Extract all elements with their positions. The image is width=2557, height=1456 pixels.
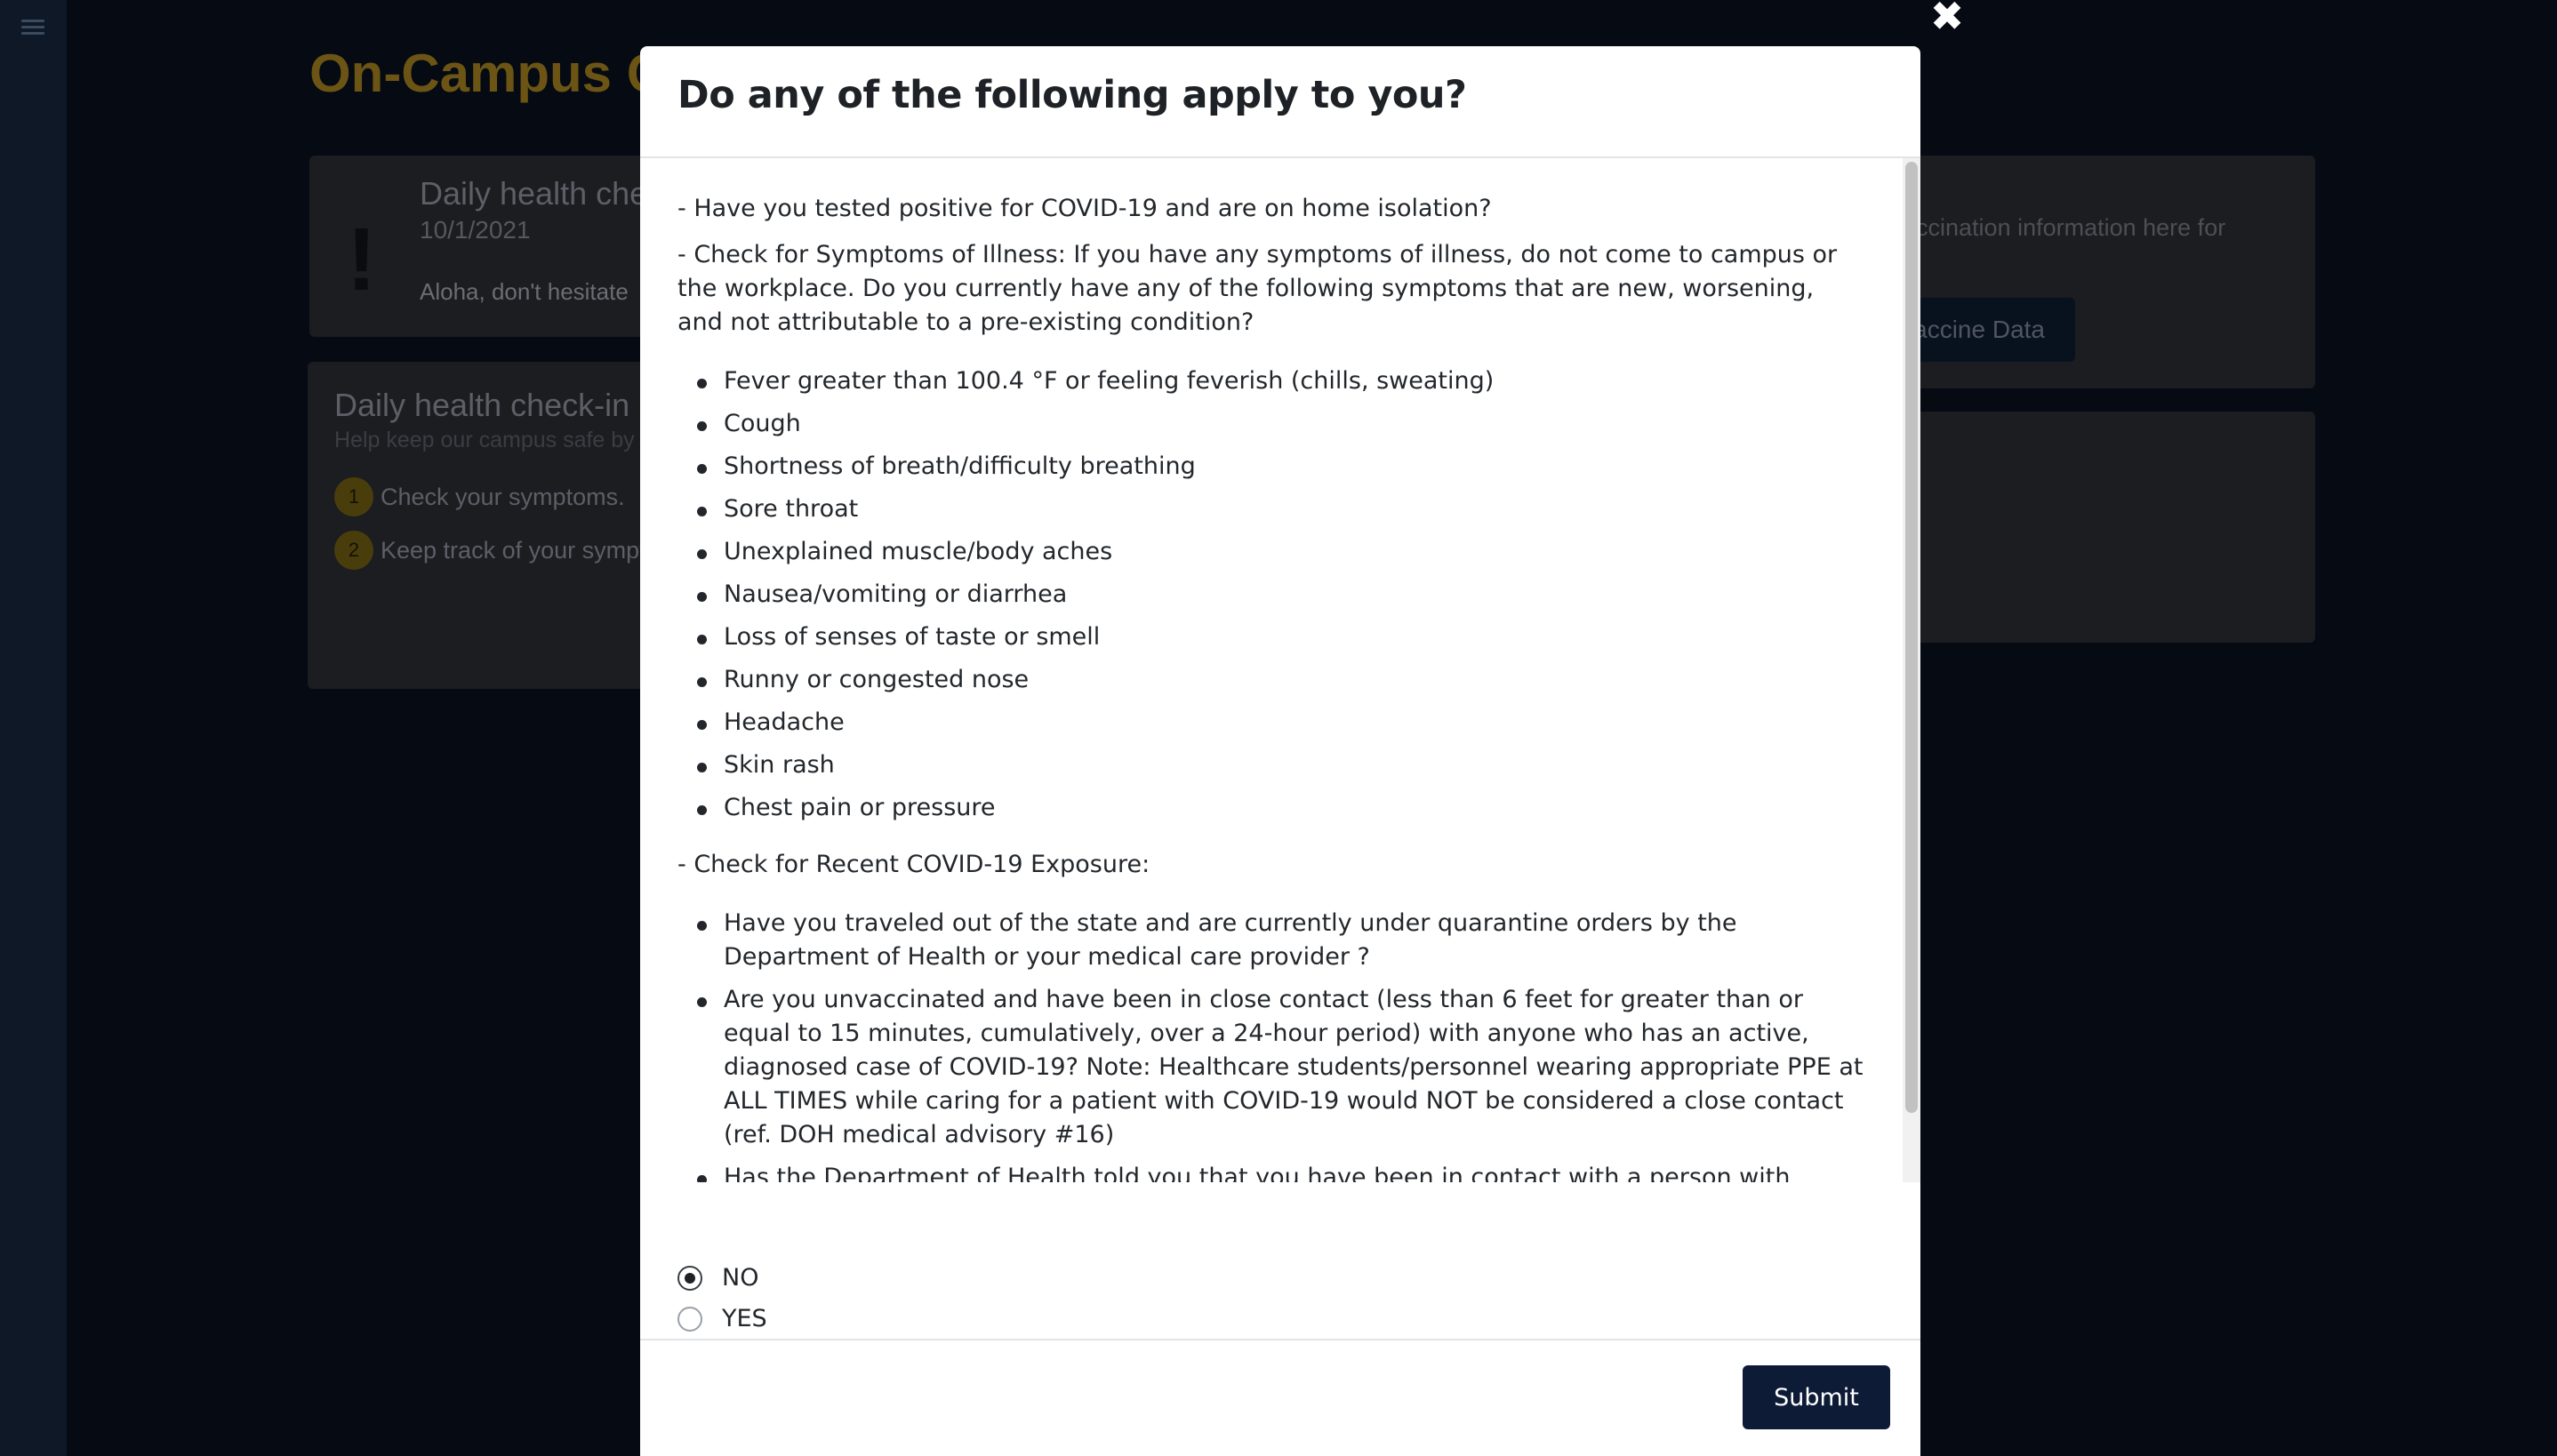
- list-item: Sore throat: [697, 492, 1864, 526]
- scrollbar[interactable]: [1903, 158, 1920, 1182]
- symptoms-list: Fever greater than 100.4 °F or feeling f…: [677, 364, 1864, 825]
- radio-label-no: NO: [722, 1264, 759, 1292]
- step-number-badge: 1: [334, 477, 373, 516]
- exclamation-icon: !: [347, 210, 377, 309]
- radio-option-no[interactable]: NO: [677, 1264, 758, 1292]
- isolation-question: - Have you tested positive for COVID-19 …: [677, 195, 1492, 222]
- radio-label-yes: YES: [722, 1305, 767, 1332]
- exposure-prompt: - Check for Recent COVID-19 Exposure:: [677, 851, 1150, 878]
- checkin-step: 2 Keep track of your sympt: [334, 531, 646, 570]
- page-title: On-Campus C: [309, 44, 666, 103]
- list-item: Chest pain or pressure: [697, 791, 1864, 825]
- radio-button-no[interactable]: [677, 1265, 702, 1291]
- submit-button[interactable]: Submit: [1743, 1365, 1890, 1429]
- exposure-list: Have you traveled out of the state and a…: [677, 907, 1864, 1182]
- list-item: Shortness of breath/difficulty breathing: [697, 450, 1864, 484]
- list-item: Nausea/vomiting or diarrhea: [697, 578, 1864, 612]
- close-icon[interactable]: ✖: [1928, 0, 1967, 36]
- alert-card-message: Aloha, don't hesitate: [420, 278, 629, 305]
- checkin-card-subtitle: Help keep our campus safe by: [334, 428, 635, 452]
- radio-option-yes[interactable]: YES: [677, 1305, 767, 1332]
- list-item: Loss of senses of taste or smell: [697, 620, 1864, 654]
- symptom-check-modal: Do any of the following apply to you? - …: [640, 46, 1920, 1456]
- list-item: Runny or congested nose: [697, 663, 1864, 697]
- vaccine-card-text: accination information here for: [1903, 214, 2226, 241]
- list-item: Fever greater than 100.4 °F or feeling f…: [697, 364, 1864, 398]
- modal-footer: Submit: [640, 1339, 1920, 1456]
- checkin-step: 1 Check your symptoms.: [334, 477, 625, 516]
- scrollbar-thumb[interactable]: [1905, 162, 1918, 1113]
- modal-body: - Have you tested positive for COVID-19 …: [640, 158, 1920, 1332]
- modal-title: Do any of the following apply to you?: [677, 73, 1467, 117]
- hamburger-menu-icon[interactable]: [21, 16, 44, 39]
- list-item: Unexplained muscle/body aches: [697, 535, 1864, 569]
- radio-button-yes[interactable]: [677, 1306, 702, 1332]
- list-item: Headache: [697, 706, 1864, 740]
- alert-card-date: 10/1/2021: [420, 216, 531, 244]
- step-text: Check your symptoms.: [381, 483, 625, 510]
- alert-card-title: Daily health chec: [420, 175, 664, 212]
- modal-header: Do any of the following apply to you?: [640, 46, 1920, 158]
- questions-scroll-area[interactable]: - Have you tested positive for COVID-19 …: [640, 158, 1903, 1182]
- list-item: Has the Department of Health told you th…: [697, 1161, 1864, 1182]
- side-rail: [0, 0, 67, 1456]
- step-text: Keep track of your sympt: [381, 536, 646, 564]
- list-item: Have you traveled out of the state and a…: [697, 907, 1864, 974]
- list-item: Cough: [697, 407, 1864, 441]
- step-number-badge: 2: [334, 531, 373, 570]
- symptoms-prompt: - Check for Symptoms of Illness: If you …: [677, 241, 1838, 336]
- list-item: Skin rash: [697, 748, 1864, 782]
- list-item: Are you unvaccinated and have been in cl…: [697, 983, 1864, 1152]
- checkin-card-title: Daily health check-in: [334, 387, 630, 423]
